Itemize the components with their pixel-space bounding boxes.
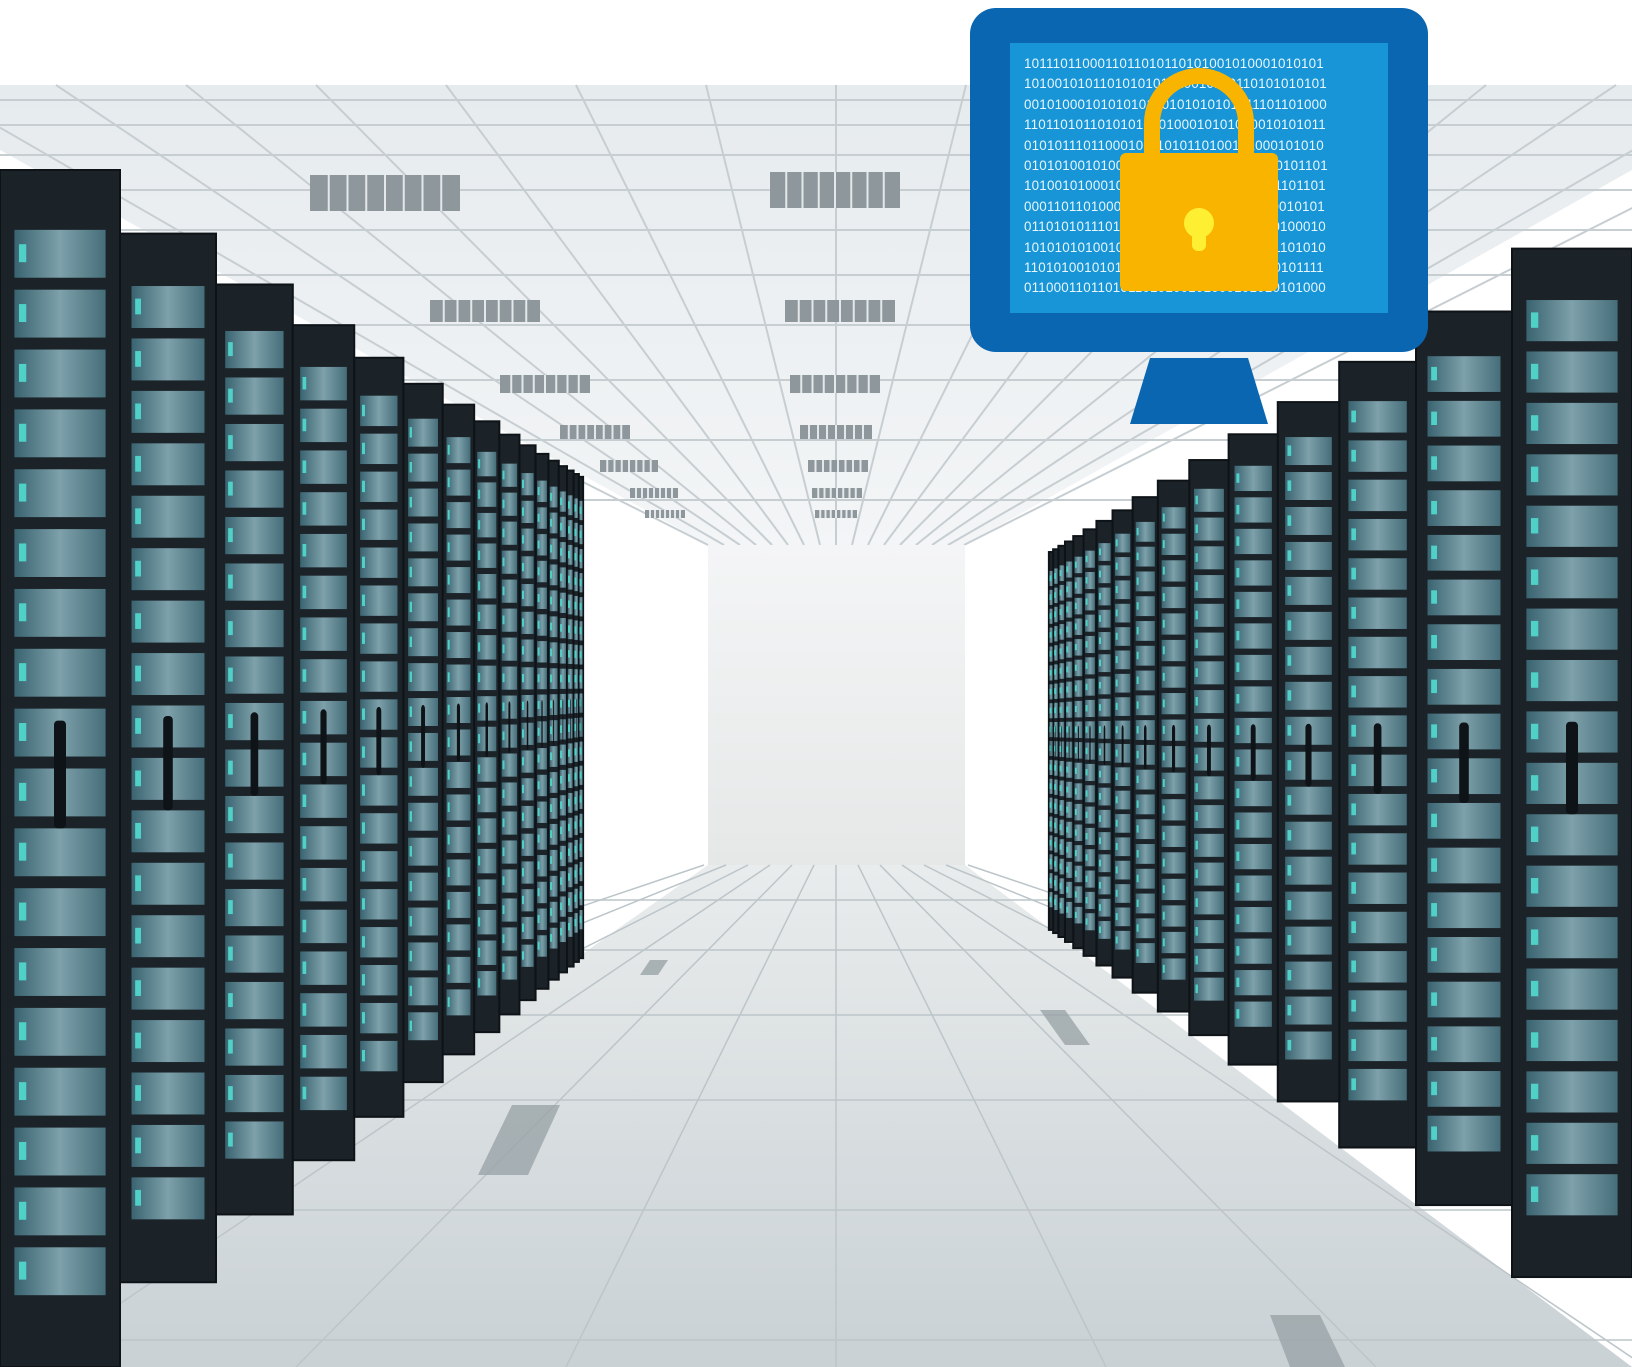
rack-handle (1373, 723, 1382, 794)
rack-handle (1143, 725, 1147, 770)
server-rack (1082, 528, 1098, 957)
server-rack (0, 169, 121, 1367)
rack-handle (320, 709, 327, 785)
rack-handle (562, 699, 564, 745)
server-rack (534, 452, 550, 990)
server-rack (1338, 360, 1417, 1149)
server-rack (1047, 551, 1055, 931)
rack-handle (575, 698, 577, 743)
rack-handle (526, 700, 529, 751)
rack-handle (541, 699, 543, 749)
server-rack (402, 382, 444, 1084)
server-rack (1511, 247, 1632, 1279)
rack-handle (553, 699, 555, 747)
secure-monitor-icon: 1011101100011011010110101001010001010101… (970, 8, 1428, 424)
rack-handle (569, 698, 571, 744)
rack-handle (376, 706, 382, 776)
monitor-stand (1130, 358, 1268, 424)
rack-handle (508, 701, 511, 754)
rack-handle (1089, 725, 1091, 764)
server-rack (1111, 509, 1134, 979)
rack-handle (1121, 725, 1124, 768)
server-rack (1276, 401, 1341, 1103)
server-rack (1415, 310, 1513, 1207)
server-rack (518, 444, 537, 1002)
server-rack (353, 356, 405, 1118)
server-rack (1072, 535, 1085, 950)
rack-handle (485, 702, 489, 758)
rack-handle (1305, 723, 1312, 787)
rack-handle (1459, 722, 1469, 803)
server-rack (1095, 519, 1114, 967)
rack-handle (1171, 724, 1176, 773)
padlock-icon (1120, 68, 1278, 291)
server-rack (1156, 479, 1191, 1013)
rack-handle (1077, 725, 1079, 763)
rack-handle (1206, 724, 1211, 777)
server-rack (1227, 433, 1279, 1066)
rack-handle (1068, 725, 1070, 762)
rack-handle (1055, 725, 1057, 761)
server-rack (577, 475, 585, 960)
rack-handle (1566, 721, 1578, 815)
server-rack (1131, 496, 1159, 994)
rack-handle (163, 715, 173, 811)
server-rack (473, 420, 501, 1034)
rack-handle (250, 712, 259, 796)
server-rack (1063, 540, 1075, 943)
server-rack (291, 324, 356, 1162)
rack-handle (1103, 725, 1106, 766)
server-rack (441, 403, 476, 1056)
rack-handle (1250, 724, 1256, 781)
server-rack (498, 433, 521, 1016)
back-wall (708, 545, 965, 865)
server-rack (215, 283, 294, 1216)
rack-handle (54, 720, 66, 829)
server-rack (547, 459, 560, 981)
rack-handle (1061, 725, 1063, 761)
server-rack (119, 232, 217, 1284)
server-rack (557, 465, 569, 974)
rack-handle (456, 703, 461, 762)
rack-handle (421, 705, 426, 768)
server-rack (1188, 459, 1230, 1037)
